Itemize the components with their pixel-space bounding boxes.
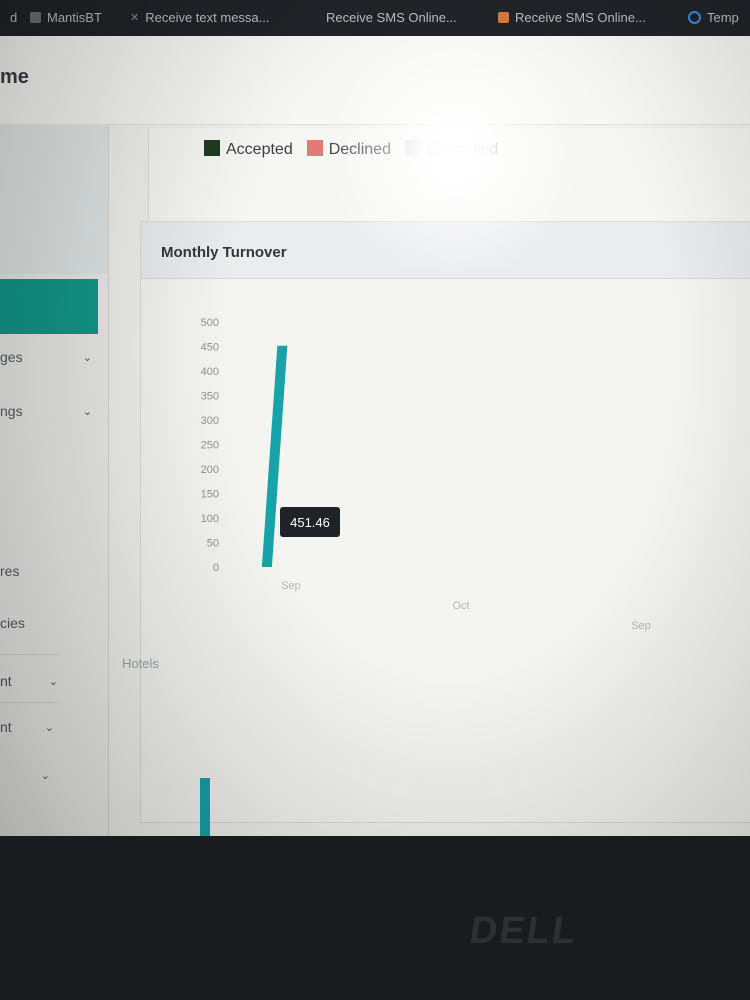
tab-label: d <box>10 10 18 25</box>
tab-label: Temp <box>707 10 739 25</box>
legend-item-declined[interactable]: Declined <box>306 140 391 159</box>
brand-logo: DELL <box>467 910 581 952</box>
sidebar-item-label: nt <box>0 673 12 689</box>
laptop-bezel <box>0 836 750 1000</box>
hotels-chart-bar <box>200 778 210 836</box>
chevron-down-icon: ⌄ <box>48 675 58 688</box>
sidebar: ges ⌄ ngs ⌄ res cies nt ⌄ nt ⌄ ⌄ <box>0 124 109 836</box>
sidebar-item-label: ges <box>0 349 23 365</box>
y-tick-label: 350 <box>201 391 219 403</box>
loading-icon <box>688 11 701 24</box>
legend-item-accepted[interactable]: Accepted <box>204 140 293 159</box>
sidebar-item-label: nt <box>0 719 12 735</box>
close-icon[interactable]: ✕ <box>130 11 139 24</box>
tab-label: MantisBT <box>47 10 102 25</box>
app-screen: me ges ⌄ ngs ⌄ res cies nt ⌄ nt ⌄ ⌄ Acce… <box>0 36 750 836</box>
y-tick-label: 500 <box>201 317 219 329</box>
x-tick-label: Sep <box>281 580 301 592</box>
monthly-turnover-panel: Monthly Turnover 500 450 400 350 300 250 200 15… <box>140 221 750 823</box>
browser-tab[interactable]: Receive SMS Online... <box>498 10 646 25</box>
sidebar-item-label: res <box>0 563 20 579</box>
tab-label: Receive text messa... <box>145 10 270 25</box>
y-tick-label: 150 <box>201 489 219 501</box>
tab-label: Receive SMS Online... <box>326 10 457 25</box>
app-header: me <box>0 36 750 125</box>
legend-swatch <box>404 140 421 156</box>
y-tick-label: 200 <box>201 464 219 476</box>
sidebar-item-label: cies <box>0 615 25 631</box>
sidebar-item[interactable]: nt ⌄ <box>0 712 54 742</box>
y-tick-label: 250 <box>201 440 219 452</box>
legend-swatch <box>306 140 323 156</box>
chevron-down-icon: ⌄ <box>44 721 54 734</box>
sms-orange-icon <box>498 12 509 23</box>
sidebar-item[interactable]: ges ⌄ <box>0 342 92 372</box>
sidebar-divider <box>0 702 60 703</box>
hotels-panel-title: Hotels <box>122 656 159 671</box>
browser-tab[interactable]: d <box>10 10 17 25</box>
y-tick-label: 400 <box>201 366 219 378</box>
chevron-down-icon: ⌄ <box>82 405 92 418</box>
browser-tab[interactable]: ✕ Receive text messa... <box>130 10 270 25</box>
chart-tooltip: 451.46 <box>280 507 340 537</box>
sidebar-item-active[interactable] <box>0 279 98 334</box>
browser-tab[interactable]: Temp <box>688 10 739 25</box>
monthly-turnover-chart: 500450400350300250200150100500SepOctSep <box>201 317 651 632</box>
legend-swatch <box>204 140 220 156</box>
y-tick-label: 50 <box>207 538 219 550</box>
app-brand[interactable]: me <box>0 66 29 89</box>
chart-legend: Accepted Declined Cancelled <box>204 140 498 159</box>
y-tick-label: 0 <box>213 562 219 574</box>
sidebar-item[interactable]: nt ⌄ <box>0 666 58 696</box>
mantis-icon <box>30 12 41 23</box>
sidebar-profile-area <box>0 124 108 274</box>
y-tick-label: 300 <box>201 415 219 427</box>
x-tick-label: Sep <box>631 620 651 632</box>
legend-item-cancelled[interactable]: Cancelled <box>404 140 498 159</box>
sidebar-item[interactable]: ⌄ <box>0 760 50 790</box>
x-tick-label: Oct <box>452 600 469 612</box>
tab-label: Receive SMS Online... <box>515 10 646 25</box>
browser-tab[interactable]: Receive SMS Online... <box>326 10 457 25</box>
y-tick-label: 100 <box>201 513 219 525</box>
browser-tab[interactable]: MantisBT <box>30 10 102 25</box>
chevron-down-icon: ⌄ <box>82 351 92 364</box>
sidebar-item[interactable]: cies <box>0 608 92 638</box>
sidebar-item[interactable]: ngs ⌄ <box>0 396 92 426</box>
chevron-down-icon: ⌄ <box>40 769 50 782</box>
sidebar-item[interactable]: res <box>0 556 92 586</box>
sidebar-divider <box>0 654 60 655</box>
y-tick-label: 450 <box>201 342 219 354</box>
sidebar-item-label: ngs <box>0 403 23 419</box>
